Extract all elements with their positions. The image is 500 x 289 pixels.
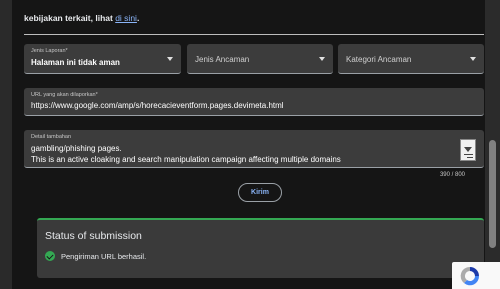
status-title: Status of submission (45, 230, 142, 242)
chevron-down-icon (470, 57, 476, 61)
threat-type-select[interactable]: Jenis Ancaman (187, 44, 333, 74)
resize-line (464, 154, 473, 155)
url-field[interactable]: URL yang akan dilaporkan* https://www.go… (24, 88, 484, 116)
threat-category-placeholder: Kategori Ancaman (346, 55, 412, 64)
page-scrollbar[interactable] (485, 0, 500, 289)
resize-arrow-icon (464, 147, 472, 152)
resize-line (467, 157, 473, 158)
textarea-resize-icon[interactable] (460, 139, 476, 161)
url-value: https://www.google.com/amp/s/horecacieve… (31, 101, 284, 110)
submit-button[interactable]: Kirim (238, 183, 282, 202)
details-line-2: This is an active cloaking and search ma… (31, 155, 341, 164)
report-type-label: Jenis Laporan* (31, 48, 68, 54)
threat-type-placeholder: Jenis Ancaman (195, 55, 250, 64)
policy-text: kebijakan terkait, lihat di sini. (24, 13, 139, 23)
submission-status-card: Status of submission Pengiriman URL berh… (37, 218, 484, 278)
status-message: Pengiriman URL berhasil. (61, 251, 147, 261)
details-label: Detail tambahan (31, 134, 72, 140)
policy-text-body: kebijakan terkait, lihat (24, 13, 113, 23)
details-line-1: gambling/phishing pages. (31, 144, 122, 153)
report-type-value: Halaman ini tidak aman (31, 58, 120, 67)
threat-category-select[interactable]: Kategori Ancaman (338, 44, 484, 74)
divider (24, 34, 484, 35)
character-counter: 390 / 800 (439, 172, 465, 178)
status-row: Pengiriman URL berhasil. (45, 251, 146, 261)
recaptcha-badge[interactable] (452, 262, 500, 289)
policy-link[interactable]: di sini (115, 13, 137, 23)
url-label: URL yang akan dilaporkan* (31, 92, 98, 98)
check-circle-icon (45, 251, 55, 261)
details-textarea[interactable]: Detail tambahan gambling/phishing pages.… (24, 130, 484, 168)
chevron-down-icon (167, 57, 173, 61)
report-form-page: kebijakan terkait, lihat di sini. Jenis … (12, 0, 485, 289)
recaptcha-icon (460, 266, 480, 286)
scrollbar-thumb[interactable] (489, 140, 496, 248)
policy-text-suffix: . (136, 13, 140, 23)
report-type-select[interactable]: Jenis Laporan* Halaman ini tidak aman (24, 44, 181, 74)
chevron-down-icon (319, 57, 325, 61)
